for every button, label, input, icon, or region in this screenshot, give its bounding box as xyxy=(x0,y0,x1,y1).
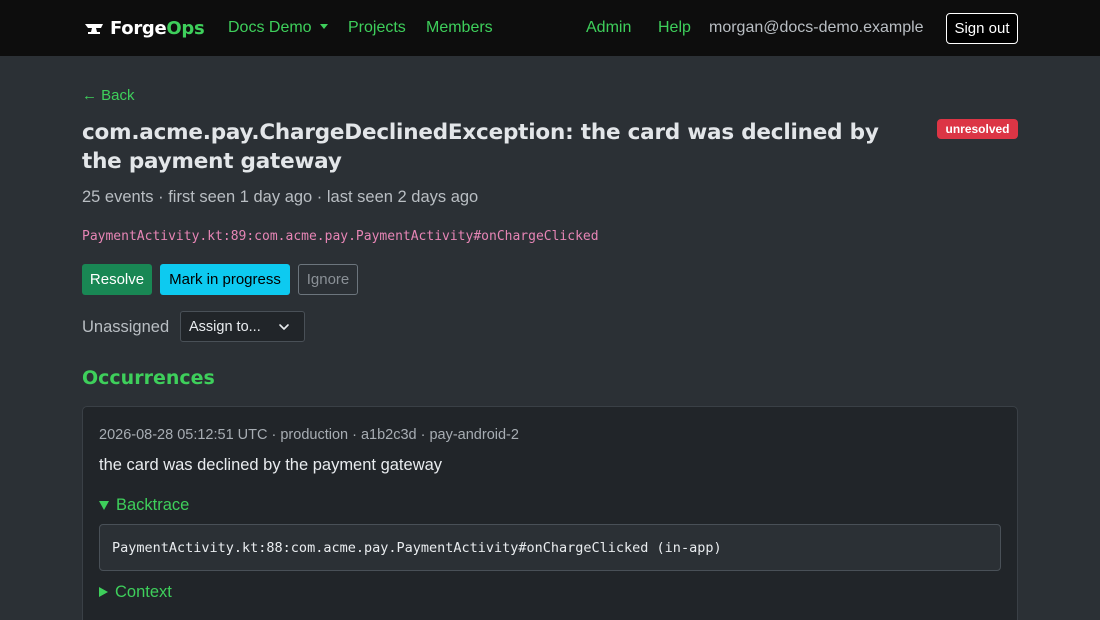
backtrace-toggle[interactable]: Backtrace xyxy=(99,495,189,515)
occurrences-heading: Occurrences xyxy=(82,367,215,389)
triangle-down-icon xyxy=(99,500,109,510)
top-navbar: ForgeOps Docs Demo Projects Members Admi… xyxy=(0,0,1100,56)
occurrence-card: 2026-08-28 05:12:51 UTC · production · a… xyxy=(82,406,1018,620)
chevron-down-icon xyxy=(279,324,289,330)
anvil-icon xyxy=(85,24,103,34)
sign-out-button[interactable]: Sign out xyxy=(946,13,1018,44)
back-link[interactable]: ← Back xyxy=(82,87,135,105)
nav-projects[interactable]: Projects xyxy=(348,18,406,38)
status-badge: unresolved xyxy=(937,119,1018,139)
brand-name: ForgeOps xyxy=(110,17,205,39)
backtrace-label: Backtrace xyxy=(116,496,190,514)
resolve-button[interactable]: Resolve xyxy=(82,264,152,295)
project-dropdown[interactable]: Docs Demo xyxy=(228,18,328,38)
brand-logo[interactable]: ForgeOps xyxy=(84,16,205,40)
nav-admin[interactable]: Admin xyxy=(586,18,631,38)
occurrence-meta: 2026-08-28 05:12:51 UTC · production · a… xyxy=(99,427,519,443)
nav-help[interactable]: Help xyxy=(658,18,691,38)
assign-select[interactable]: Assign to... xyxy=(180,311,305,342)
ignore-button[interactable]: Ignore xyxy=(298,264,358,295)
context-toggle[interactable]: Context xyxy=(99,582,172,602)
caret-down-icon xyxy=(319,24,328,29)
backtrace-frame: PaymentActivity.kt:88:com.acme.pay.Payme… xyxy=(99,524,1001,571)
triangle-right-icon xyxy=(99,587,108,597)
mark-in-progress-button[interactable]: Mark in progress xyxy=(160,264,290,295)
user-email: morgan@docs-demo.example xyxy=(709,19,924,36)
issue-title: com.acme.pay.ChargeDeclinedException: th… xyxy=(82,120,879,174)
assignee-label: Unassigned xyxy=(82,318,170,336)
context-label: Context xyxy=(115,583,172,601)
issue-meta: 25 events · first seen 1 day ago · last … xyxy=(82,188,479,206)
nav-members[interactable]: Members xyxy=(426,18,493,38)
issue-location: PaymentActivity.kt:89:com.acme.pay.Payme… xyxy=(82,229,599,244)
assign-select-value: Assign to... xyxy=(189,318,261,335)
occurrence-message: the card was declined by the payment gat… xyxy=(99,456,443,474)
